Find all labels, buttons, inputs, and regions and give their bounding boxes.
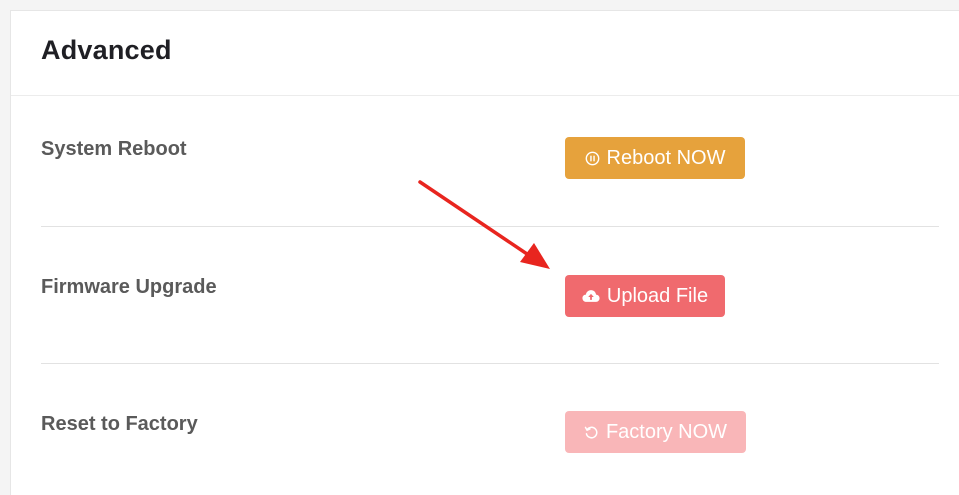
reboot-now-label: Reboot NOW bbox=[606, 146, 726, 169]
page: Advanced System Reboot Reboot NOW Firmwa… bbox=[0, 0, 959, 495]
reboot-now-button[interactable]: Reboot NOW bbox=[565, 137, 745, 179]
upload-file-label: Upload File bbox=[606, 284, 709, 307]
panel-title: Advanced bbox=[41, 35, 172, 65]
system-reboot-label: System Reboot bbox=[41, 138, 187, 160]
factory-now-label: Factory NOW bbox=[605, 420, 728, 443]
row-divider bbox=[41, 363, 939, 364]
factory-now-button[interactable]: Factory NOW bbox=[565, 411, 746, 453]
panel-header: Advanced bbox=[11, 11, 959, 96]
reset-to-factory-label: Reset to Factory bbox=[41, 413, 198, 435]
advanced-panel: Advanced System Reboot Reboot NOW Firmwa… bbox=[10, 10, 959, 495]
pause-circle-icon bbox=[585, 151, 599, 165]
row-divider bbox=[41, 226, 939, 227]
upload-file-button[interactable]: Upload File bbox=[565, 275, 725, 317]
refresh-icon bbox=[584, 426, 598, 439]
cloud-upload-icon bbox=[582, 290, 600, 302]
firmware-upgrade-label: Firmware Upgrade bbox=[41, 276, 217, 298]
